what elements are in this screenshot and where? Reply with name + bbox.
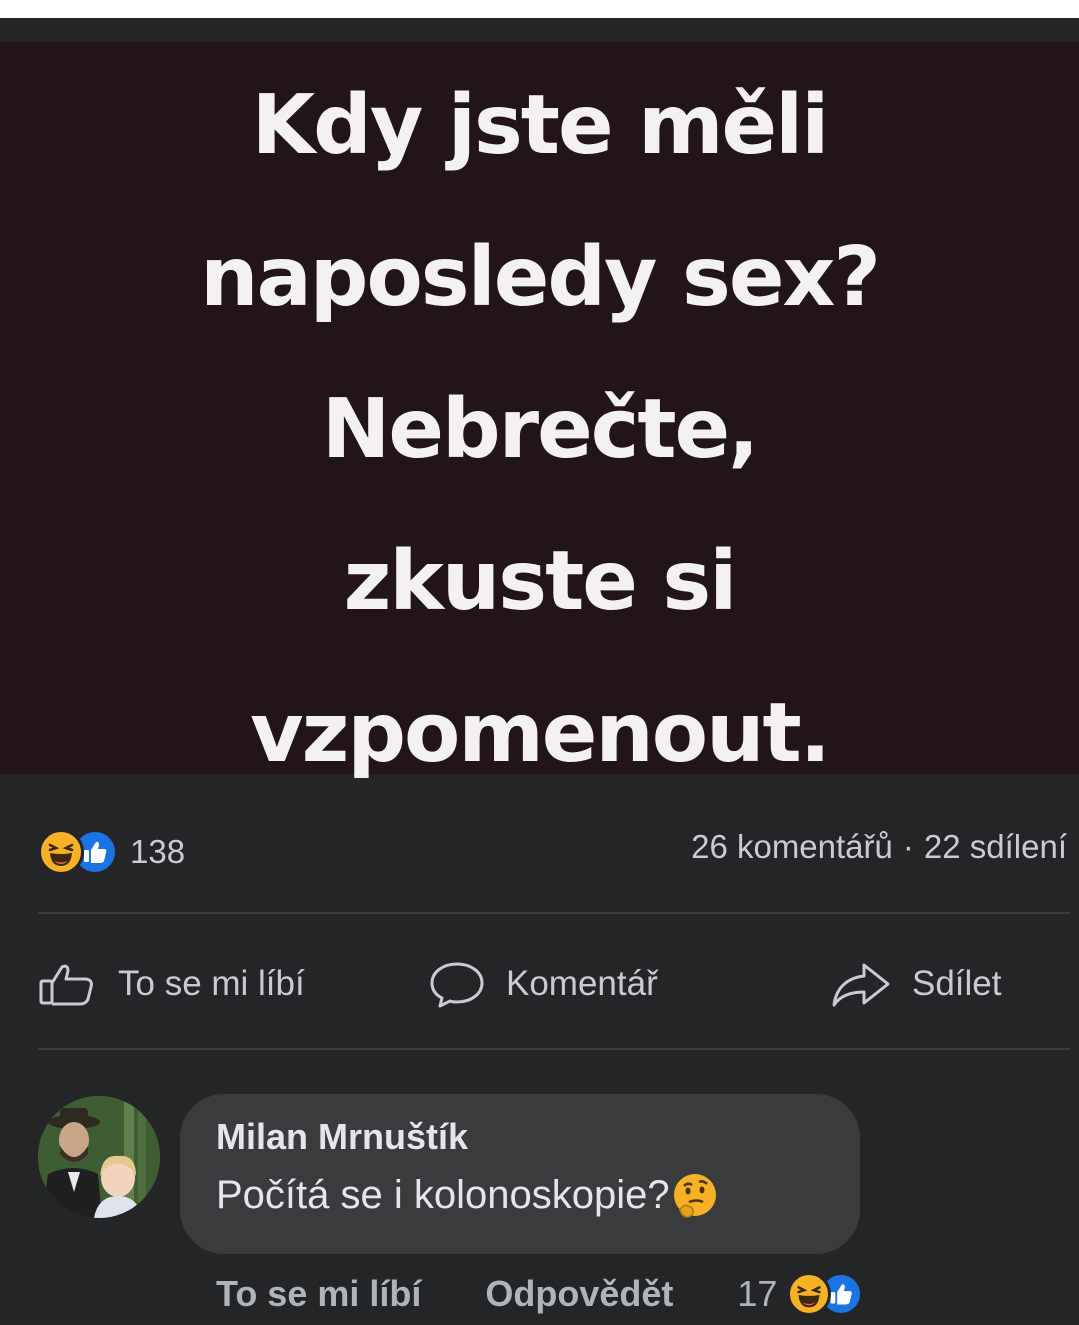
haha-icon [38, 829, 84, 875]
comment-bubble-icon [430, 962, 484, 1008]
post-image-text: Kdy jste měli naposledy sex? Nebrečte, z… [0, 50, 1079, 810]
like-button[interactable]: To se mi líbí [38, 958, 305, 1010]
divider [38, 912, 1070, 914]
comment-author[interactable]: Milan Mrnuštík [216, 1116, 824, 1158]
divider [38, 1048, 1070, 1050]
comment-reply-button[interactable]: Odpovědět [485, 1273, 673, 1315]
thumbs-up-icon [39, 964, 93, 1006]
comment: Milan Mrnuštík Počítá se i kolonoskopie?… [0, 1068, 1079, 1325]
facebook-post: Kdy jste měli naposledy sex? Nebrečte, z… [0, 18, 1079, 1325]
share-arrow-icon [832, 963, 890, 1007]
comment-button[interactable]: Komentář [428, 958, 658, 1010]
post-text-line: naposledy sex? [200, 230, 881, 325]
comments-count-link[interactable]: 26 komentářů [691, 828, 893, 865]
comment-bubble[interactable]: Milan Mrnuštík Počítá se i kolonoskopie? [180, 1094, 860, 1254]
comment-actions: To se mi líbí Odpovědět 17 [216, 1268, 864, 1320]
haha-icon [787, 1272, 832, 1316]
post-text-line: Nebrečte, [321, 382, 760, 477]
engagement-counts: 26 komentářů · 22 sdílení [691, 828, 1067, 866]
thinking-face-icon [673, 1174, 716, 1218]
post-actions: To se mi líbí Komentář Sdílet [0, 918, 1079, 1050]
shares-count-link[interactable]: 22 sdílení [924, 828, 1067, 865]
comment-text: Počítá se i kolonoskopie? [216, 1172, 670, 1217]
comment-text-row: Počítá se i kolonoskopie? [216, 1170, 824, 1220]
share-button-label: Sdílet [912, 964, 1002, 1003]
post-stats: 138 26 komentářů · 22 sdílení [0, 774, 1079, 914]
post-text-line: zkuste si [343, 534, 738, 629]
comment-button-label: Komentář [506, 964, 658, 1003]
like-button-label: To se mi líbí [118, 964, 305, 1003]
reactions-summary[interactable]: 138 [38, 828, 185, 876]
comment-reactions-count[interactable]: 17 [737, 1273, 777, 1315]
separator-dot: · [902, 828, 914, 865]
share-button[interactable]: Sdílet [830, 958, 1002, 1010]
post-text-line: Kdy jste měli [251, 78, 830, 173]
reactions-count: 138 [130, 833, 186, 870]
image-top-edge [0, 18, 1079, 42]
avatar[interactable] [38, 1096, 160, 1218]
comment-like-button[interactable]: To se mi líbí [216, 1273, 421, 1315]
post-image[interactable]: Kdy jste měli naposledy sex? Nebrečte, z… [0, 18, 1079, 781]
